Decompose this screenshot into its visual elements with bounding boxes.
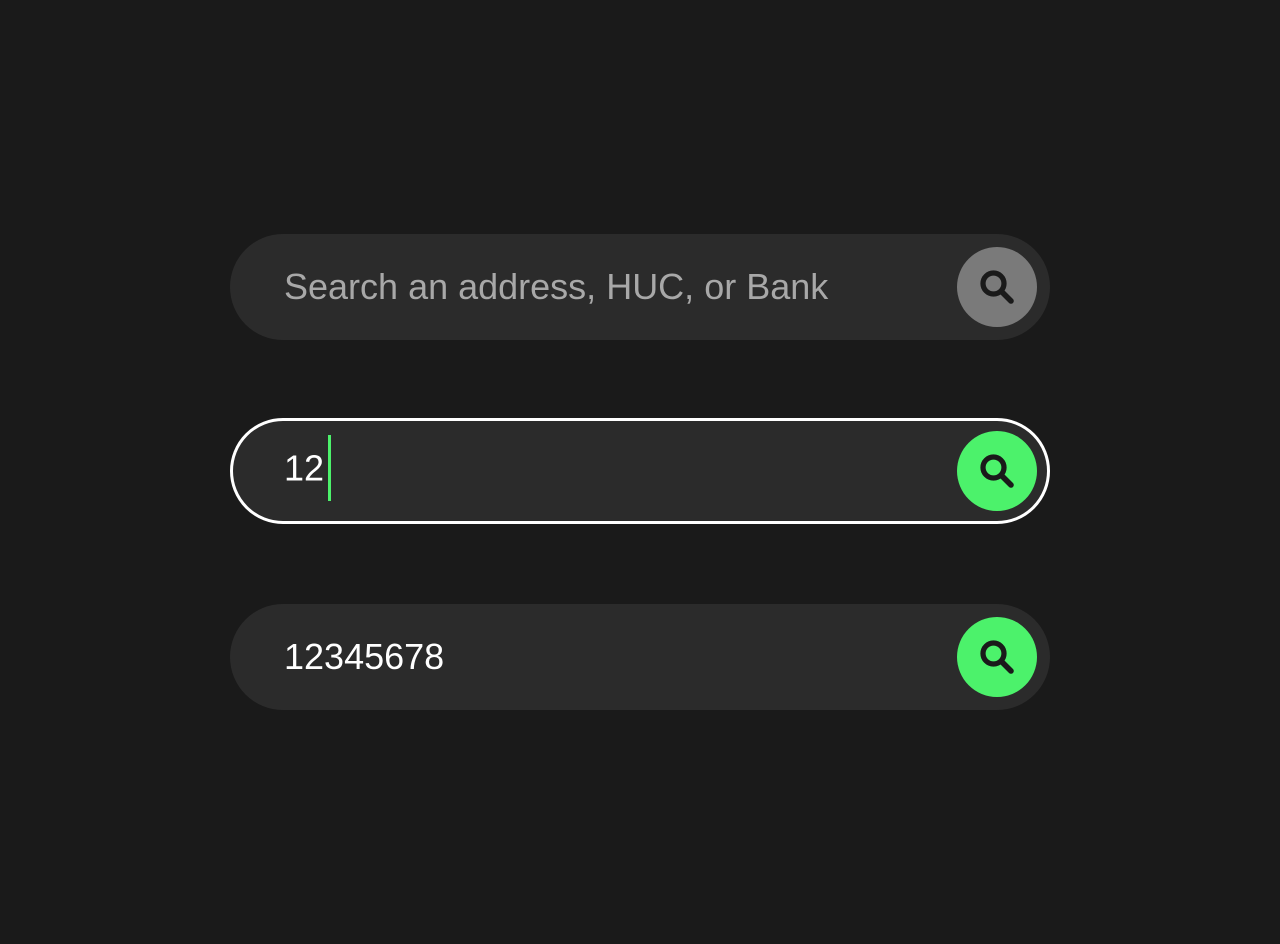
search-bar-empty[interactable]: Search an address, HUC, or Bank — [230, 234, 1050, 340]
search-button[interactable] — [957, 431, 1037, 511]
magnifier-icon — [980, 640, 1014, 674]
search-button[interactable] — [957, 247, 1037, 327]
search-input-focused[interactable]: 12 — [284, 435, 332, 501]
search-input-value[interactable]: 12345678 — [284, 637, 444, 677]
search-input-placeholder[interactable]: Search an address, HUC, or Bank — [284, 267, 828, 307]
search-input-value: 12 — [284, 447, 325, 489]
search-bar-filled[interactable]: 12345678 — [230, 604, 1050, 710]
magnifier-icon — [980, 270, 1014, 304]
magnifier-icon — [980, 454, 1014, 488]
search-bar-focused[interactable]: 12 — [230, 418, 1050, 524]
search-button[interactable] — [957, 617, 1037, 697]
text-caret — [328, 435, 332, 501]
